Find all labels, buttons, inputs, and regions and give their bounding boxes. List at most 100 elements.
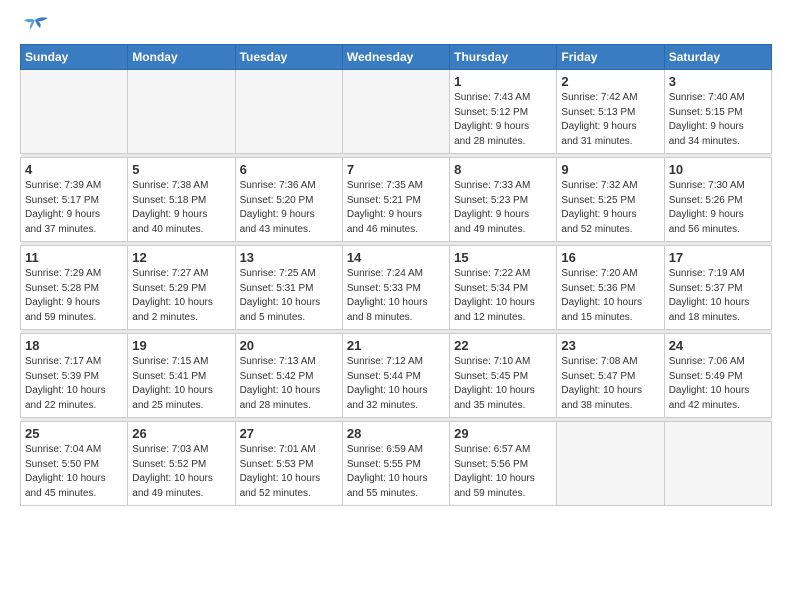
calendar-day: 19 Sunrise: 7:15 AM Sunset: 5:41 PM Dayli… [128, 334, 235, 418]
day-number: 2 [561, 74, 659, 89]
calendar-day [235, 70, 342, 154]
day-info: Sunrise: 7:12 AM Sunset: 5:44 PM Dayligh… [347, 355, 445, 413]
weekday-header-monday: Monday [128, 45, 235, 70]
calendar-day: 10 Sunrise: 7:30 AM Sunset: 5:26 PM Dayli… [664, 158, 771, 242]
calendar-day [342, 70, 449, 154]
day-info: Sunrise: 7:42 AM Sunset: 5:13 PM Dayligh… [561, 91, 659, 149]
weekday-header-sunday: Sunday [21, 45, 128, 70]
day-number: 11 [25, 250, 123, 265]
calendar-header: SundayMondayTuesdayWednesdayThursdayFrid… [21, 45, 772, 70]
calendar-day [21, 70, 128, 154]
calendar-day: 20 Sunrise: 7:13 AM Sunset: 5:42 PM Dayli… [235, 334, 342, 418]
calendar-day: 28 Sunrise: 6:59 AM Sunset: 5:55 PM Dayli… [342, 422, 449, 506]
calendar-day: 26Sunrise: 7:03 AM Sunset: 5:52 PM Dayli… [128, 422, 235, 506]
day-info: Sunrise: 6:57 AM Sunset: 5:56 PM Dayligh… [454, 443, 552, 501]
calendar-day: 24 Sunrise: 7:06 AM Sunset: 5:49 PM Dayli… [664, 334, 771, 418]
calendar-day: 8 Sunrise: 7:33 AM Sunset: 5:23 PM Daylig… [450, 158, 557, 242]
header [20, 16, 772, 38]
day-number: 23 [561, 338, 659, 353]
day-number: 1 [454, 74, 552, 89]
calendar-week-row-2: 4Sunrise: 7:39 AM Sunset: 5:17 PM Daylig… [21, 158, 772, 242]
day-info: Sunrise: 7:19 AM Sunset: 5:37 PM Dayligh… [669, 267, 767, 325]
day-info: Sunrise: 7:33 AM Sunset: 5:23 PM Dayligh… [454, 179, 552, 237]
day-number: 18 [25, 338, 123, 353]
day-info: Sunrise: 7:15 AM Sunset: 5:41 PM Dayligh… [132, 355, 230, 413]
calendar-day: 1Sunrise: 7:43 AM Sunset: 5:12 PM Daylig… [450, 70, 557, 154]
day-number: 28 [347, 426, 445, 441]
day-number: 26 [132, 426, 230, 441]
day-number: 24 [669, 338, 767, 353]
day-number: 15 [454, 250, 552, 265]
day-info: Sunrise: 7:17 AM Sunset: 5:39 PM Dayligh… [25, 355, 123, 413]
calendar-table: SundayMondayTuesdayWednesdayThursdayFrid… [20, 44, 772, 506]
logo [20, 16, 54, 38]
calendar-day: 15 Sunrise: 7:22 AM Sunset: 5:34 PM Dayli… [450, 246, 557, 330]
calendar-day: 5 Sunrise: 7:38 AM Sunset: 5:18 PM Daylig… [128, 158, 235, 242]
day-info: Sunrise: 7:10 AM Sunset: 5:45 PM Dayligh… [454, 355, 552, 413]
calendar-week-row-3: 11 Sunrise: 7:29 AM Sunset: 5:28 PM Dayli… [21, 246, 772, 330]
day-number: 7 [347, 162, 445, 177]
day-number: 19 [132, 338, 230, 353]
day-info: Sunrise: 7:27 AM Sunset: 5:29 PM Dayligh… [132, 267, 230, 325]
day-info: Sunrise: 7:40 AM Sunset: 5:15 PM Dayligh… [669, 91, 767, 149]
day-number: 25 [25, 426, 123, 441]
day-info: Sunrise: 7:39 AM Sunset: 5:17 PM Dayligh… [25, 179, 123, 237]
day-info: Sunrise: 7:06 AM Sunset: 5:49 PM Dayligh… [669, 355, 767, 413]
calendar-day: 7 Sunrise: 7:35 AM Sunset: 5:21 PM Daylig… [342, 158, 449, 242]
calendar-day: 4Sunrise: 7:39 AM Sunset: 5:17 PM Daylig… [21, 158, 128, 242]
day-info: Sunrise: 7:01 AM Sunset: 5:53 PM Dayligh… [240, 443, 338, 501]
calendar-day [557, 422, 664, 506]
day-info: Sunrise: 7:29 AM Sunset: 5:28 PM Dayligh… [25, 267, 123, 325]
calendar-day: 16Sunrise: 7:20 AM Sunset: 5:36 PM Dayli… [557, 246, 664, 330]
calendar-day: 23 Sunrise: 7:08 AM Sunset: 5:47 PM Dayli… [557, 334, 664, 418]
logo-bird-icon [20, 16, 50, 38]
day-number: 10 [669, 162, 767, 177]
weekday-header-thursday: Thursday [450, 45, 557, 70]
calendar-day: 9 Sunrise: 7:32 AM Sunset: 5:25 PM Daylig… [557, 158, 664, 242]
day-number: 5 [132, 162, 230, 177]
day-info: Sunrise: 7:32 AM Sunset: 5:25 PM Dayligh… [561, 179, 659, 237]
day-number: 14 [347, 250, 445, 265]
calendar-day: 17 Sunrise: 7:19 AM Sunset: 5:37 PM Dayli… [664, 246, 771, 330]
calendar-week-row-4: 18 Sunrise: 7:17 AM Sunset: 5:39 PM Dayli… [21, 334, 772, 418]
calendar-day: 3 Sunrise: 7:40 AM Sunset: 5:15 PM Daylig… [664, 70, 771, 154]
calendar-day [128, 70, 235, 154]
day-number: 12 [132, 250, 230, 265]
day-number: 17 [669, 250, 767, 265]
day-info: Sunrise: 6:59 AM Sunset: 5:55 PM Dayligh… [347, 443, 445, 501]
day-info: Sunrise: 7:25 AM Sunset: 5:31 PM Dayligh… [240, 267, 338, 325]
calendar-day: 13Sunrise: 7:25 AM Sunset: 5:31 PM Dayli… [235, 246, 342, 330]
day-number: 9 [561, 162, 659, 177]
day-number: 29 [454, 426, 552, 441]
weekday-header-saturday: Saturday [664, 45, 771, 70]
day-info: Sunrise: 7:13 AM Sunset: 5:42 PM Dayligh… [240, 355, 338, 413]
calendar-day: 2 Sunrise: 7:42 AM Sunset: 5:13 PM Daylig… [557, 70, 664, 154]
calendar-day: 29 Sunrise: 6:57 AM Sunset: 5:56 PM Dayli… [450, 422, 557, 506]
calendar-week-row-5: 25 Sunrise: 7:04 AM Sunset: 5:50 PM Dayli… [21, 422, 772, 506]
day-info: Sunrise: 7:36 AM Sunset: 5:20 PM Dayligh… [240, 179, 338, 237]
day-number: 3 [669, 74, 767, 89]
day-info: Sunrise: 7:24 AM Sunset: 5:33 PM Dayligh… [347, 267, 445, 325]
weekday-header-wednesday: Wednesday [342, 45, 449, 70]
day-number: 27 [240, 426, 338, 441]
calendar-day: 27 Sunrise: 7:01 AM Sunset: 5:53 PM Dayli… [235, 422, 342, 506]
weekday-header-friday: Friday [557, 45, 664, 70]
day-info: Sunrise: 7:08 AM Sunset: 5:47 PM Dayligh… [561, 355, 659, 413]
calendar-day: 6Sunrise: 7:36 AM Sunset: 5:20 PM Daylig… [235, 158, 342, 242]
weekday-header-tuesday: Tuesday [235, 45, 342, 70]
day-info: Sunrise: 7:38 AM Sunset: 5:18 PM Dayligh… [132, 179, 230, 237]
calendar-day [664, 422, 771, 506]
day-number: 16 [561, 250, 659, 265]
day-info: Sunrise: 7:22 AM Sunset: 5:34 PM Dayligh… [454, 267, 552, 325]
calendar-container: SundayMondayTuesdayWednesdayThursdayFrid… [0, 0, 792, 516]
day-info: Sunrise: 7:35 AM Sunset: 5:21 PM Dayligh… [347, 179, 445, 237]
calendar-day: 25 Sunrise: 7:04 AM Sunset: 5:50 PM Dayli… [21, 422, 128, 506]
day-number: 21 [347, 338, 445, 353]
calendar-body: 1Sunrise: 7:43 AM Sunset: 5:12 PM Daylig… [21, 70, 772, 506]
day-number: 20 [240, 338, 338, 353]
calendar-day: 14 Sunrise: 7:24 AM Sunset: 5:33 PM Dayli… [342, 246, 449, 330]
day-info: Sunrise: 7:30 AM Sunset: 5:26 PM Dayligh… [669, 179, 767, 237]
day-info: Sunrise: 7:04 AM Sunset: 5:50 PM Dayligh… [25, 443, 123, 501]
calendar-day: 11 Sunrise: 7:29 AM Sunset: 5:28 PM Dayli… [21, 246, 128, 330]
day-number: 8 [454, 162, 552, 177]
